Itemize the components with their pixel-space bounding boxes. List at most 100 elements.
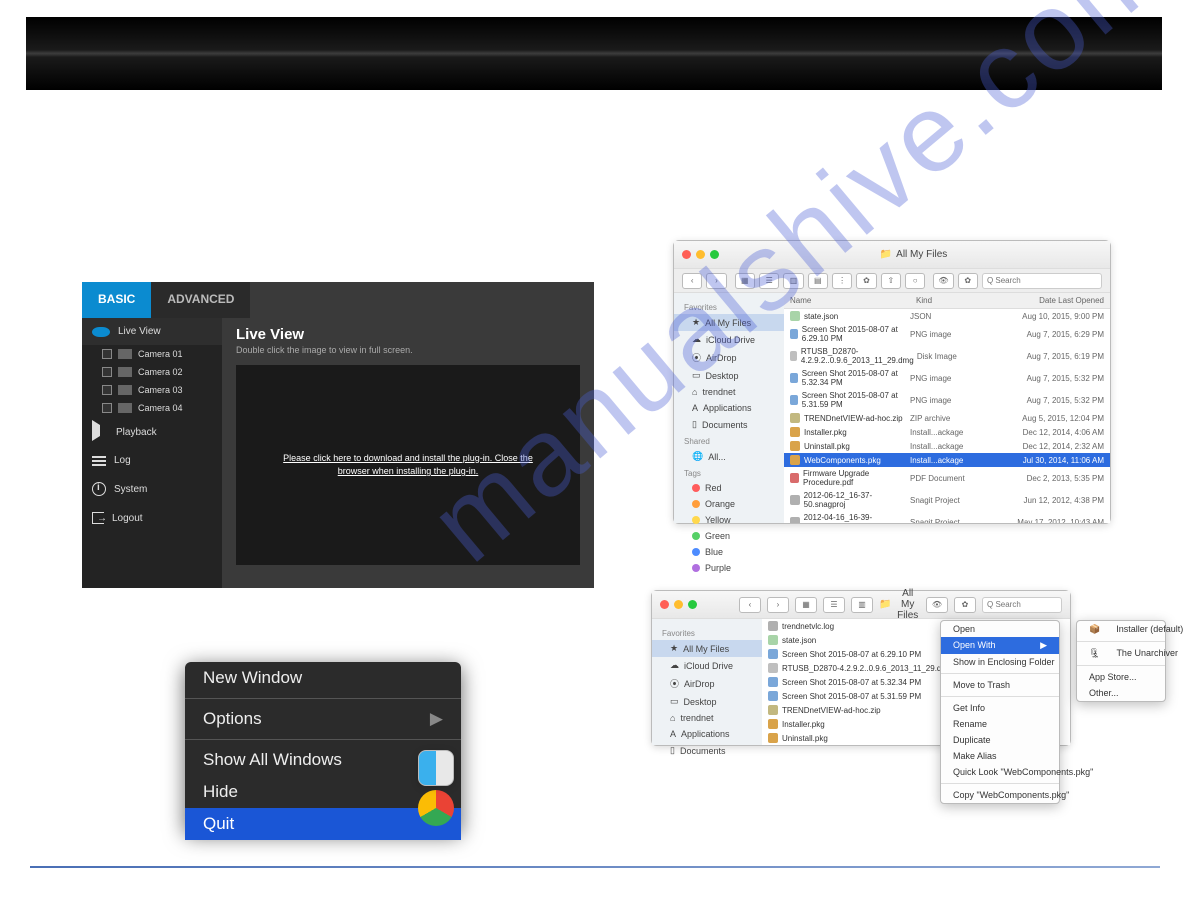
forward-button[interactable]: › — [767, 597, 789, 613]
arrange-button[interactable]: ⋮ — [832, 273, 852, 289]
col-kind[interactable]: Kind — [910, 293, 990, 308]
checkbox-icon[interactable] — [102, 349, 112, 359]
sidebar-desktop[interactable]: ▭Desktop — [652, 693, 762, 710]
view-list-button[interactable]: ☰ — [823, 597, 845, 613]
file-row[interactable]: Screen Shot 2015-08-07 at 5.32.34 PMPNG … — [784, 367, 1110, 389]
sidebar-applications[interactable]: AApplications — [652, 726, 762, 742]
view-column-button[interactable]: ▥ — [851, 597, 873, 613]
maximize-icon[interactable] — [688, 600, 697, 609]
chrome-icon[interactable] — [418, 790, 454, 826]
menu-options[interactable]: Options▶ — [185, 703, 461, 735]
sidebar-playback[interactable]: Playback — [82, 417, 222, 447]
camera-item[interactable]: Camera 01 — [102, 345, 222, 363]
close-icon[interactable] — [682, 250, 691, 259]
sidebar-icloud[interactable]: ☁iCloud Drive — [674, 331, 784, 348]
checkbox-icon[interactable] — [102, 367, 112, 377]
forward-button[interactable]: › — [706, 273, 726, 289]
sidebar-tag[interactable]: Yellow — [674, 512, 784, 528]
tab-advanced[interactable]: ADVANCED — [151, 282, 250, 318]
file-row[interactable]: RTUSB_D2870-4.2.9.2..0.9.6_2013_11_29.dm… — [784, 345, 1110, 367]
close-icon[interactable] — [660, 600, 669, 609]
sidebar-log[interactable]: Log — [82, 447, 222, 474]
view-column-button[interactable]: ▥ — [783, 273, 803, 289]
file-row[interactable]: Screen Shot 2015-08-07 at 5.31.59 PMPNG … — [784, 389, 1110, 411]
checkbox-icon[interactable] — [102, 403, 112, 413]
camera-item[interactable]: Camera 04 — [102, 399, 222, 417]
file-row[interactable]: TRENDnetVIEW-ad-hoc.zipZIP archiveAug 5,… — [784, 411, 1110, 425]
ctx-copy[interactable]: Copy "WebComponents.pkg" — [941, 787, 1059, 803]
ctx-duplicate[interactable]: Duplicate — [941, 732, 1059, 748]
settings-button[interactable]: ✿ — [954, 597, 976, 613]
col-name[interactable]: Name — [784, 293, 910, 308]
sidebar-tag[interactable]: Orange — [674, 496, 784, 512]
file-row[interactable]: 2012-04-16_16-39-15.snagprojSnagit Proje… — [784, 511, 1110, 523]
sidebar-tag[interactable]: Red — [674, 480, 784, 496]
sidebar-tag[interactable]: Purple — [674, 560, 784, 576]
quicklook-button[interactable]: 👁 — [933, 273, 953, 289]
quicklook-button[interactable]: 👁 — [926, 597, 948, 613]
back-button[interactable]: ‹ — [739, 597, 761, 613]
sidebar-airdrop[interactable]: ⦿AirDrop — [674, 348, 784, 367]
camera-item[interactable]: Camera 03 — [102, 381, 222, 399]
sidebar-logout[interactable]: Logout — [82, 504, 222, 532]
sidebar-tag[interactable]: Green — [674, 528, 784, 544]
minimize-icon[interactable] — [696, 250, 705, 259]
col-date[interactable]: Date Last Opened — [990, 293, 1110, 308]
menu-separator — [941, 673, 1059, 674]
maximize-icon[interactable] — [710, 250, 719, 259]
sidebar-all-my-files[interactable]: ★All My Files — [652, 640, 762, 657]
openwith-installer[interactable]: 📦Installer (default) — [1077, 621, 1165, 638]
ctx-open[interactable]: Open — [941, 621, 1059, 637]
view-cover-button[interactable]: ▤ — [808, 273, 828, 289]
file-row[interactable]: Installer.pkgInstall...ackageDec 12, 201… — [784, 425, 1110, 439]
openwith-other[interactable]: Other... — [1077, 685, 1165, 701]
sidebar-documents[interactable]: ▯Documents — [674, 416, 784, 433]
ctx-label: Rename — [953, 719, 987, 729]
sidebar-applications[interactable]: AApplications — [674, 400, 784, 416]
minimize-icon[interactable] — [674, 600, 683, 609]
sidebar-airdrop[interactable]: ⦿AirDrop — [652, 674, 762, 693]
sidebar-icloud[interactable]: ☁iCloud Drive — [652, 657, 762, 674]
sidebar-system[interactable]: System — [82, 474, 222, 504]
back-button[interactable]: ‹ — [682, 273, 702, 289]
tags-button[interactable]: ○ — [905, 273, 925, 289]
sidebar-documents[interactable]: ▯Documents — [652, 742, 762, 759]
sidebar-trendnet[interactable]: ⌂trendnet — [652, 710, 762, 726]
search-input[interactable] — [982, 273, 1102, 289]
view-icon-button[interactable]: ▦ — [795, 597, 817, 613]
sidebar-all-shared[interactable]: 🌐All... — [674, 448, 784, 465]
file-row[interactable]: Uninstall.pkgInstall...ackageDec 12, 201… — [784, 439, 1110, 453]
ctx-get-info[interactable]: Get Info — [941, 700, 1059, 716]
ctx-quick-look[interactable]: Quick Look "WebComponents.pkg" — [941, 764, 1059, 780]
ctx-show-enclosing[interactable]: Show in Enclosing Folder — [941, 654, 1059, 670]
file-row[interactable]: Screen Shot 2015-08-07 at 6.29.10 PMPNG … — [784, 323, 1110, 345]
ctx-move-trash[interactable]: Move to Trash — [941, 677, 1059, 693]
file-row[interactable]: state.jsonJSONAug 10, 2015, 9:00 PM — [784, 309, 1110, 323]
sidebar-desktop[interactable]: ▭Desktop — [674, 367, 784, 384]
context-menu: Open Open With▶ Show in Enclosing Folder… — [940, 620, 1060, 804]
sidebar-all-my-files[interactable]: ★All My Files — [674, 314, 784, 331]
action-button[interactable]: ✿ — [856, 273, 876, 289]
ctx-make-alias[interactable]: Make Alias — [941, 748, 1059, 764]
view-list-button[interactable]: ☰ — [759, 273, 779, 289]
share-button[interactable]: ⇧ — [881, 273, 901, 289]
sidebar-tag[interactable]: Blue — [674, 544, 784, 560]
file-row[interactable]: Firmware Upgrade Procedure.pdfPDF Docume… — [784, 467, 1110, 489]
openwith-unarchiver[interactable]: 🗜The Unarchiver — [1077, 645, 1165, 662]
openwith-appstore[interactable]: App Store... — [1077, 669, 1165, 685]
plugin-download-link[interactable]: Please click here to download and instal… — [266, 452, 550, 479]
ctx-rename[interactable]: Rename — [941, 716, 1059, 732]
menu-new-window[interactable]: New Window — [185, 662, 461, 694]
finder-icon[interactable] — [418, 750, 454, 786]
ctx-open-with[interactable]: Open With▶ — [941, 637, 1059, 654]
checkbox-icon[interactable] — [102, 385, 112, 395]
file-row[interactable]: 2012-06-12_16-37-50.snagprojSnagit Proje… — [784, 489, 1110, 511]
search-input[interactable] — [982, 597, 1062, 613]
sidebar-liveview[interactable]: Live View — [82, 318, 222, 345]
settings-button[interactable]: ✿ — [958, 273, 978, 289]
view-icon-button[interactable]: ▦ — [735, 273, 755, 289]
camera-item[interactable]: Camera 02 — [102, 363, 222, 381]
file-row[interactable]: WebComponents.pkgInstall...ackageJul 30,… — [784, 453, 1110, 467]
sidebar-trendnet[interactable]: ⌂trendnet — [674, 384, 784, 400]
tab-basic[interactable]: BASIC — [82, 282, 151, 318]
